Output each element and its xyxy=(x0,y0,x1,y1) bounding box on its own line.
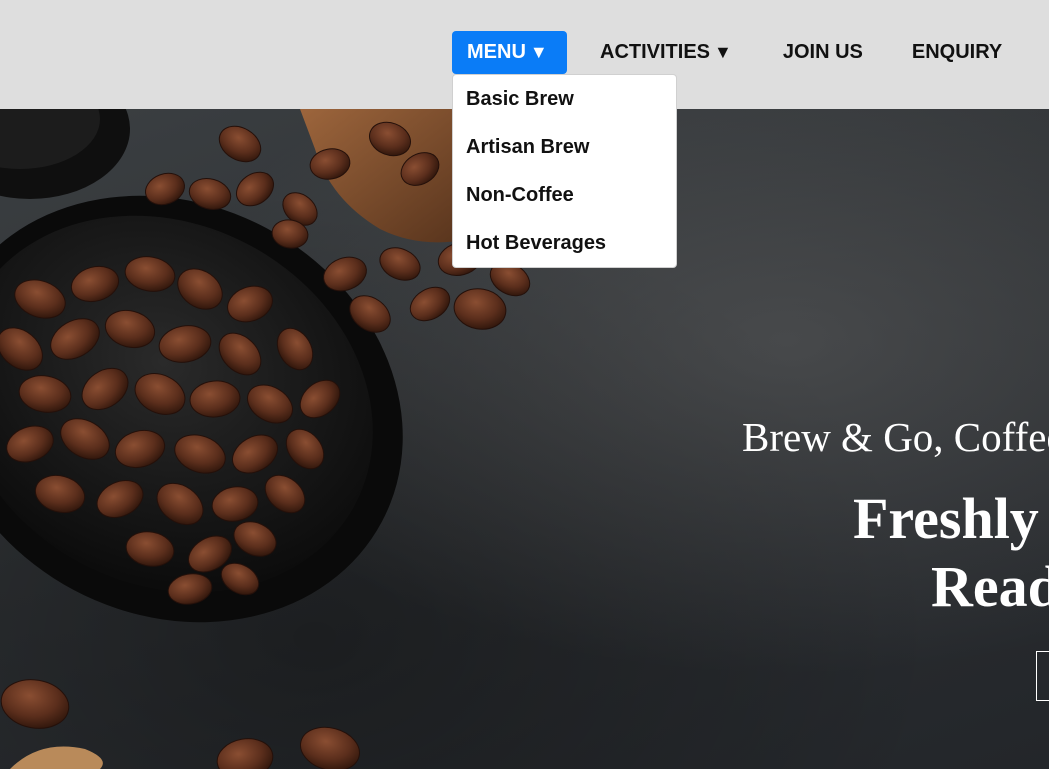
hero-tagline: Brew & Go, Coffee xyxy=(742,414,1049,460)
menu-dropdown: Basic Brew Artisan Brew Non-Coffee Hot B… xyxy=(452,74,677,268)
hero-cta-button[interactable] xyxy=(1036,651,1049,701)
nav-enquiry-link[interactable]: ENQUIRY xyxy=(912,31,1002,74)
hero-headline: Freshly Read xyxy=(853,485,1049,621)
chevron-down-icon: ▼ xyxy=(529,42,548,62)
nav-join-us-link[interactable]: JOIN US xyxy=(783,31,863,74)
nav-menu-button[interactable]: MENU ▼ xyxy=(452,31,567,74)
hero-headline-line-1: Freshly xyxy=(853,486,1039,551)
chevron-down-icon: ▼ xyxy=(714,42,732,62)
page: MENU ▼ ACTIVITIES ▼ JOIN US ENQUIRY Basic … xyxy=(0,0,1049,769)
nav-activities-button[interactable]: ACTIVITIES ▼ xyxy=(600,31,732,74)
dropdown-item-basic-brew[interactable]: Basic Brew xyxy=(453,75,676,123)
dropdown-item-artisan-brew[interactable]: Artisan Brew xyxy=(453,123,676,171)
dropdown-item-non-coffee[interactable]: Non-Coffee xyxy=(453,171,676,219)
nav-activities-label: ACTIVITIES xyxy=(600,41,711,63)
nav-menu-label: MENU xyxy=(467,41,526,63)
main-nav: MENU ▼ ACTIVITIES ▼ JOIN US ENQUIRY xyxy=(452,31,1002,74)
hero-headline-line-2: Read xyxy=(931,554,1049,619)
dropdown-item-hot-beverages[interactable]: Hot Beverages xyxy=(453,219,676,267)
